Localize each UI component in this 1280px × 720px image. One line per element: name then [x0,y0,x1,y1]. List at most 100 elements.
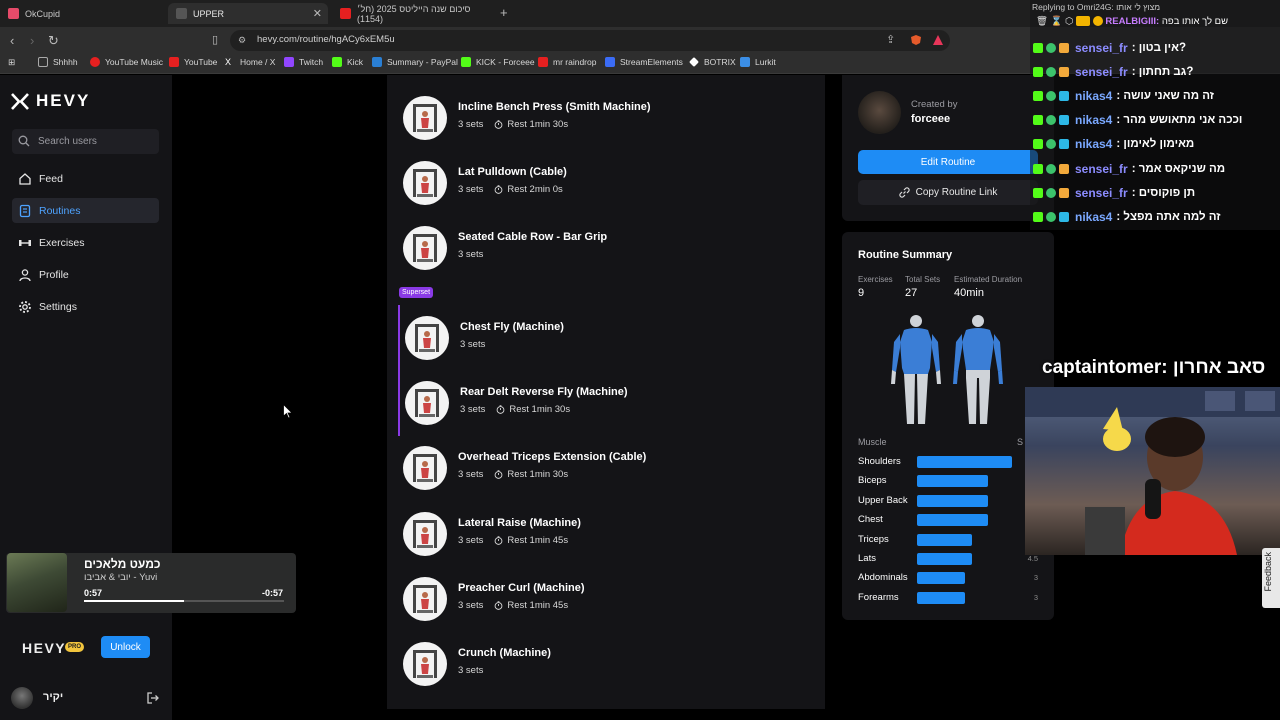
exercise-name[interactable]: Preacher Curl (Machine) [458,582,585,594]
bookmark-x[interactable]: X Home / X [225,57,275,67]
summary-title: Routine Summary [858,249,953,261]
bookmark-lurkit[interactable]: Lurkit [740,57,776,67]
chat-message: sensei_fr: גב תחתון? [1033,63,1193,81]
exercise-row[interactable]: Overhead Triceps Extension (Cable) 3 sets… [403,446,646,490]
forward-icon[interactable]: › [30,33,34,48]
site-info-icon[interactable]: ⚙ [238,35,246,46]
chat-user[interactable]: nikas4 [1075,89,1112,103]
sets-column-header: S [1017,437,1024,447]
chat-user[interactable]: nikas4 [1075,113,1112,127]
exercise-row[interactable]: Preacher Curl (Machine) 3 sets Rest 1min 4… [403,577,585,621]
exercise-name[interactable]: Incline Bench Press (Smith Machine) [458,101,651,113]
okcupid-icon [8,8,19,19]
exercise-row[interactable]: Lat Pulldown (Cable) 3 sets Rest 2min 0s [403,161,567,205]
nav-routines[interactable]: Routines [12,198,159,223]
exercise-thumbnail[interactable] [405,381,449,425]
clock-icon [494,601,503,610]
logout-icon[interactable] [146,691,160,705]
exercise-thumbnail[interactable] [403,642,447,686]
exercise-thumbnail[interactable] [405,316,449,360]
song-progress-fill [84,600,184,602]
avatar[interactable] [11,687,33,709]
set-count: 3 sets [458,119,484,130]
clock-icon [496,405,505,414]
bookmark-youtube[interactable]: YouTube [169,57,217,67]
exercise-thumbnail[interactable] [403,161,447,205]
exercise-row[interactable]: Rear Delt Reverse Fly (Machine) 3 sets Res… [405,381,628,425]
bookmark-icon[interactable]: ▯ [212,33,218,46]
chat-user[interactable]: sensei_fr [1075,186,1128,200]
exercise-row[interactable]: Crunch (Machine) 3 sets [403,642,551,686]
nav-profile[interactable]: Profile [12,262,159,287]
close-tab-icon[interactable]: ✕ [313,7,322,20]
muscle-row: Triceps [858,533,1038,547]
exercise-name[interactable]: Overhead Triceps Extension (Cable) [458,451,646,463]
chat-message: nikas4: וככה אני מתאושש מהר [1033,111,1242,129]
tab-youtube[interactable]: סיכום שנה הייליטס 2025 (חל׳ (1154) [332,3,492,24]
avatar[interactable] [858,91,901,134]
exercise-row[interactable]: Seated Cable Row - Bar Grip 3 sets [403,226,607,270]
bookmark-mr-raindrop[interactable]: mr raindrop [538,57,596,67]
muscle-bar [917,494,988,507]
sub-badge-icon [1059,91,1069,102]
user-name: יקיר [43,691,64,703]
apps-icon[interactable]: ⊞ [8,57,15,68]
hevy-logo[interactable]: HEVY [10,91,90,111]
chat-user[interactable]: sensei_fr [1075,41,1128,55]
muscle-name: Triceps [858,533,889,545]
unlock-button[interactable]: Unlock [101,636,150,658]
exercise-name[interactable]: Chest Fly (Machine) [460,321,564,333]
exercise-name[interactable]: Rear Delt Reverse Fly (Machine) [460,386,628,398]
share-icon[interactable]: ⇪ [886,33,895,46]
bookmark-streamelements[interactable]: StreamElements [605,57,683,67]
verified-badge-icon [1046,67,1056,78]
rest-time: Rest 1min 30s [507,119,569,130]
nav-exercises[interactable]: Exercises [12,230,159,255]
exercise-thumbnail[interactable] [403,446,447,490]
nav-feed[interactable]: Feed [12,166,159,191]
hevy-logo-icon [11,92,29,110]
exercise-thumbnail[interactable] [403,512,447,556]
chat-user[interactable]: sensei_fr [1075,162,1128,176]
brave-shield-icon[interactable] [910,34,922,46]
bookmark-kick[interactable]: Kick [332,57,363,67]
rest-time: Rest 1min 45s [507,535,569,546]
kick-icon [461,57,471,67]
reload-icon[interactable]: ↻ [48,33,59,49]
chat-user[interactable]: nikas4 [1075,210,1112,224]
bookmark-youtube-music[interactable]: YouTube Music [90,57,163,67]
exercise-meta: 3 sets Rest 1min 30s [458,119,651,130]
profile-icon [19,268,31,281]
chat-user[interactable]: sensei_fr [1075,65,1128,79]
exercise-row[interactable]: Lateral Raise (Machine) 3 sets Rest 1min 4… [403,512,581,556]
creator-name[interactable]: forceee [911,113,950,125]
sub-badge-icon [1059,43,1069,53]
bookmark-twitch[interactable]: Twitch [284,57,323,67]
exercise-name[interactable]: Crunch (Machine) [458,647,551,659]
bookmark-label: Summary - PayPal [387,57,458,67]
muscle-bar [917,533,972,546]
chat-user[interactable]: nikas4 [1075,137,1112,151]
copy-routine-link-button[interactable]: Copy Routine Link [858,180,1038,205]
exercise-row[interactable]: Incline Bench Press (Smith Machine) 3 set… [403,96,651,140]
exercise-thumbnail[interactable] [403,96,447,140]
back-icon[interactable]: ‹ [10,33,14,48]
tab-title: OkCupid [25,8,61,19]
exercise-name[interactable]: Seated Cable Row - Bar Grip [458,231,607,243]
bookmark-kick-forceee[interactable]: KICK - Forceee [461,57,535,67]
exercise-name[interactable]: Lateral Raise (Machine) [458,517,581,529]
tab-okcupid[interactable]: OkCupid [0,3,165,24]
exercise-name[interactable]: Lat Pulldown (Cable) [458,166,567,178]
exercise-row[interactable]: Chest Fly (Machine) 3 sets [405,316,564,360]
exercise-thumbnail[interactable] [403,577,447,621]
edit-routine-button[interactable]: Edit Routine [858,150,1038,174]
nav-settings[interactable]: Settings [12,294,159,319]
tab-upper[interactable]: UPPER ✕ [168,3,328,24]
bookmark-paypal[interactable]: Summary - PayPal [372,57,458,67]
brave-rewards-icon[interactable] [932,34,944,46]
bookmark-shhhh[interactable]: Shhhh [38,57,78,67]
exercise-thumbnail[interactable] [403,226,447,270]
set-count: 3 sets [460,404,486,415]
new-tab-icon[interactable]: + [500,5,508,20]
bookmark-botrix[interactable]: BOTRIX [689,57,736,67]
